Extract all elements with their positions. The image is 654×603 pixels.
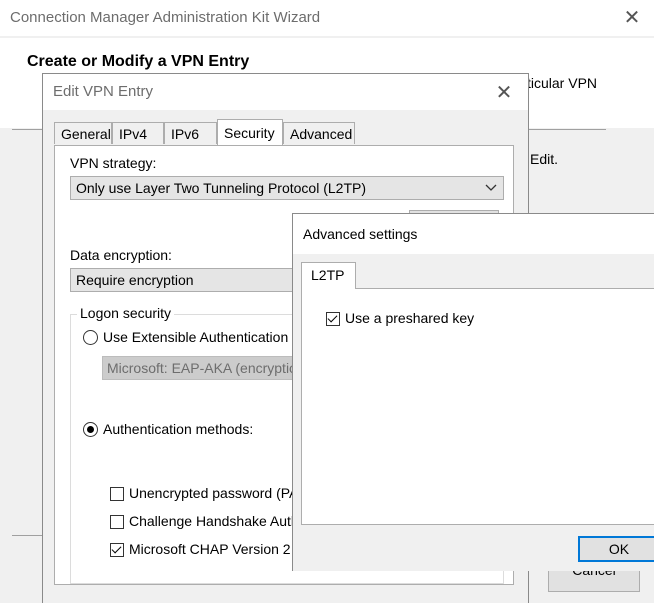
wizard-footer-divider <box>12 535 42 536</box>
wizard-title: Connection Manager Administration Kit Wi… <box>10 9 321 26</box>
chap-checkbox[interactable] <box>110 515 124 529</box>
wizard-titlebar: Connection Manager Administration Kit Wi… <box>0 0 654 36</box>
tab-advanced[interactable]: Advanced <box>283 122 355 144</box>
l2tp-tab-panel: Use a preshared key <box>301 288 654 525</box>
auth-methods-radio[interactable] <box>83 422 98 437</box>
chap-label: Challenge Handshake Authe <box>129 513 307 529</box>
vpn-strategy-select[interactable]: Only use Layer Two Tunneling Protocol (L… <box>70 176 504 200</box>
edit-vpn-tabstrip: General IPv4 IPv6 Security Advanced <box>54 119 514 146</box>
logon-security-label: Logon security <box>77 305 175 321</box>
tab-security[interactable]: Security <box>217 119 283 145</box>
edit-vpn-titlebar: Edit VPN Entry <box>43 74 528 110</box>
mschapv2-label: Microsoft CHAP Version 2 (M <box>129 541 311 557</box>
auth-methods-label: Authentication methods: <box>103 421 254 437</box>
advanced-settings-title: Advanced settings <box>303 226 418 242</box>
tab-ipv4[interactable]: IPv4 <box>112 122 164 144</box>
tab-ipv6[interactable]: IPv6 <box>164 122 217 144</box>
preshared-key-label: Use a preshared key <box>345 310 475 326</box>
tab-general[interactable]: General <box>54 122 112 144</box>
wizard-cancel-button[interactable]: Cancel <box>548 568 640 592</box>
pap-checkbox[interactable] <box>110 487 124 501</box>
wizard-close-icon[interactable]: ✕ <box>610 0 654 36</box>
wizard-heading: Create or Modify a VPN Entry <box>27 53 250 70</box>
preshared-key-checkbox[interactable] <box>326 312 340 326</box>
mschapv2-checkbox[interactable] <box>110 543 124 557</box>
advanced-settings-titlebar: Advanced settings <box>293 214 654 254</box>
vpn-strategy-value: Only use Layer Two Tunneling Protocol (L… <box>76 180 367 196</box>
eap-radio[interactable] <box>83 330 98 345</box>
wizard-edit-instruction: Edit. <box>530 151 559 167</box>
data-encryption-value: Require encryption <box>76 272 194 288</box>
chevron-down-icon <box>485 177 497 206</box>
vpn-strategy-label: VPN strategy: <box>70 155 157 171</box>
edit-vpn-title: Edit VPN Entry <box>53 83 154 100</box>
edit-vpn-close-icon[interactable]: ✕ <box>482 75 526 111</box>
ok-button[interactable]: OK <box>578 536 654 562</box>
wizard-description-fragment: ticular VPN <box>527 75 598 91</box>
tab-l2tp[interactable]: L2TP <box>301 262 356 289</box>
eap-radio-label: Use Extensible Authentication Pr <box>103 329 307 345</box>
advanced-settings-dialog: Advanced settings L2TP Use a preshared k… <box>292 213 654 571</box>
data-encryption-label: Data encryption: <box>70 247 172 263</box>
pap-label: Unencrypted password (PAP <box>129 485 308 501</box>
